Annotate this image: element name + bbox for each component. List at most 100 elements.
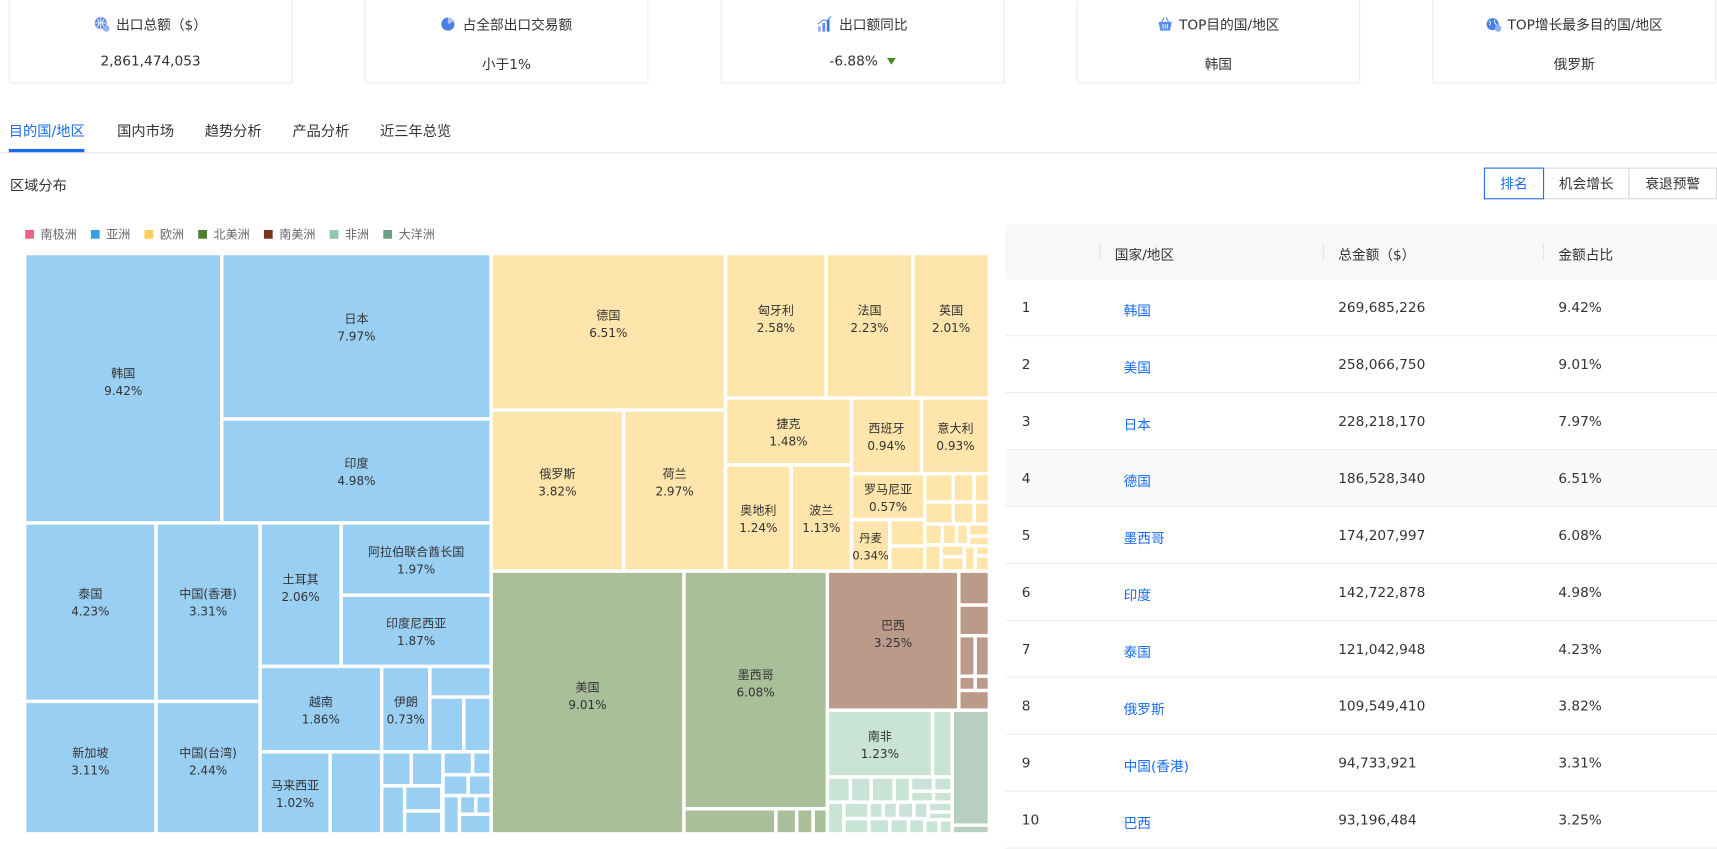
country-link[interactable]: 墨西哥 [1124, 527, 1165, 548]
tab-domestic-market[interactable]: 国内市场 [117, 119, 174, 140]
treemap-cell-europe[interactable] [969, 536, 989, 546]
treemap-cell-africa[interactable] [894, 777, 911, 802]
legend-item-antarctica[interactable]: 南极洲 [25, 226, 77, 244]
treemap-cell-asia[interactable] [405, 811, 442, 834]
treemap-cell-north-america[interactable] [797, 809, 813, 834]
treemap-cell-south-america[interactable] [975, 636, 989, 676]
treemap-cell-north-america[interactable] [776, 809, 797, 834]
treemap-cell-asia[interactable] [443, 775, 468, 796]
treemap-cell-africa[interactable] [871, 777, 894, 802]
treemap-cell-europe[interactable] [925, 502, 953, 524]
treemap-cell-oceania[interactable] [952, 825, 989, 834]
treemap-cell-europe[interactable] [957, 524, 969, 545]
country-link[interactable]: 韩国 [1124, 299, 1151, 320]
table-row[interactable]: 8 俄罗斯 109,549,410 3.82% [1005, 678, 1717, 735]
legend-item-north_america[interactable]: 北美洲 [198, 226, 250, 244]
legend-item-south_america[interactable]: 南美洲 [263, 226, 315, 244]
treemap-cell-africa[interactable] [928, 802, 952, 812]
legend-item-oceania[interactable]: 大洋洲 [383, 226, 435, 244]
tab-product-analysis[interactable]: 产品分析 [292, 119, 349, 140]
country-link[interactable]: 俄罗斯 [1124, 698, 1165, 719]
treemap-cell-africa[interactable] [827, 802, 844, 834]
treemap-cell-asia[interactable] [468, 775, 491, 796]
treemap-cell-europe[interactable] [941, 557, 964, 571]
tab-three-year-overview[interactable]: 近三年总览 [380, 119, 451, 140]
treemap-cell-africa[interactable] [932, 710, 952, 777]
treemap-cell-africa[interactable] [869, 819, 890, 834]
table-row[interactable]: 3 日本 228,218,170 7.97% [1005, 393, 1717, 451]
treemap-cell-africa[interactable] [869, 802, 883, 819]
treemap-cell-asia[interactable] [430, 697, 464, 752]
treemap-cell-asia[interactable] [464, 697, 491, 752]
treemap-cell-asia[interactable] [459, 814, 491, 834]
country-link[interactable]: 德国 [1124, 470, 1151, 491]
treemap-cell-africa[interactable] [911, 791, 934, 802]
table-row[interactable]: 7 泰国 121,042,948 4.23% [1005, 621, 1717, 678]
treemap-cell[interactable] [725, 398, 852, 465]
treemap-cell-africa[interactable] [883, 802, 897, 819]
treemap-cell-europe[interactable] [925, 545, 941, 571]
ranking-button[interactable]: 排名 [1483, 167, 1545, 200]
treemap-cell-south-america[interactable] [959, 571, 989, 605]
treemap-cell[interactable] [222, 419, 491, 523]
treemap-cell-africa[interactable] [844, 802, 869, 819]
treemap-cell-south-america[interactable] [975, 676, 989, 691]
treemap-cell-europe[interactable] [942, 524, 957, 545]
treemap-cell[interactable] [341, 523, 491, 595]
treemap-cell-europe[interactable] [974, 502, 989, 524]
country-link[interactable]: 印度 [1124, 584, 1151, 605]
table-row[interactable]: 5 墨西哥 174,207,997 6.08% [1005, 507, 1717, 564]
treemap-cell-africa[interactable] [925, 820, 939, 834]
treemap-cell-europe[interactable] [890, 520, 925, 546]
treemap-cell[interactable] [827, 710, 933, 777]
legend-item-africa[interactable]: 非洲 [329, 226, 369, 244]
table-row[interactable]: 2 美国 258,066,750 9.01% [1005, 336, 1717, 394]
treemap-cell-south-america[interactable] [959, 605, 989, 636]
table-row[interactable]: 10 巴西 93,196,484 3.25% [1005, 792, 1717, 849]
treemap-cell-europe[interactable] [964, 546, 975, 571]
treemap-cell-asia[interactable] [382, 752, 411, 786]
treemap-cell[interactable] [851, 398, 922, 474]
treemap-cell[interactable] [260, 666, 382, 752]
treemap-cell-africa[interactable] [908, 819, 925, 834]
decline-warning-button[interactable]: 衰退预警 [1628, 167, 1717, 200]
treemap-cell-south-america[interactable] [959, 636, 975, 676]
country-link[interactable]: 巴西 [1124, 811, 1151, 832]
treemap-cell[interactable] [725, 465, 791, 571]
treemap-cell-africa[interactable] [939, 820, 952, 834]
treemap-cell-south-america[interactable] [959, 676, 975, 691]
country-link[interactable]: 中国(香港) [1124, 755, 1189, 776]
treemap-cell-south-america[interactable] [959, 690, 989, 710]
treemap-cell-africa[interactable] [897, 802, 914, 819]
treemap-cell-africa[interactable] [914, 802, 928, 819]
treemap-cell-asia[interactable] [405, 786, 442, 811]
treemap-cell[interactable] [791, 465, 852, 571]
treemap-cell-europe[interactable] [925, 474, 953, 502]
treemap-cell-europe[interactable] [941, 545, 964, 557]
opportunity-growth-button[interactable]: 机会增长 [1542, 167, 1630, 200]
treemap-cell-africa[interactable] [890, 819, 908, 834]
treemap-cell-asia[interactable] [472, 752, 491, 775]
treemap-cell-europe[interactable] [975, 556, 989, 571]
treemap-cell-asia[interactable] [382, 786, 405, 834]
country-link[interactable]: 日本 [1124, 413, 1151, 434]
treemap-cell-north-america[interactable] [684, 809, 776, 834]
treemap-cell-europe[interactable] [975, 546, 989, 556]
treemap-cell-europe[interactable] [890, 546, 925, 571]
treemap-cell[interactable] [260, 752, 330, 834]
treemap-cell-asia[interactable] [430, 666, 491, 697]
treemap-cell-africa[interactable] [827, 777, 850, 802]
country-link[interactable]: 泰国 [1124, 641, 1151, 662]
treemap-cell-africa[interactable] [934, 791, 952, 802]
table-row[interactable]: 4 德国 186,528,340 6.51% [1005, 450, 1717, 508]
treemap-cell-asia[interactable] [330, 752, 382, 834]
treemap-cell-asia[interactable] [459, 796, 476, 814]
treemap-cell-europe[interactable] [953, 474, 974, 502]
treemap-cell-africa[interactable] [850, 777, 871, 802]
treemap-cell[interactable] [921, 398, 989, 474]
tab-destination[interactable]: 目的国/地区 [9, 119, 85, 140]
treemap-cell-europe[interactable] [925, 524, 942, 545]
treemap-cell[interactable] [382, 666, 430, 752]
legend-item-europe[interactable]: 欧洲 [144, 226, 184, 244]
treemap-cell-europe[interactable] [953, 502, 974, 524]
